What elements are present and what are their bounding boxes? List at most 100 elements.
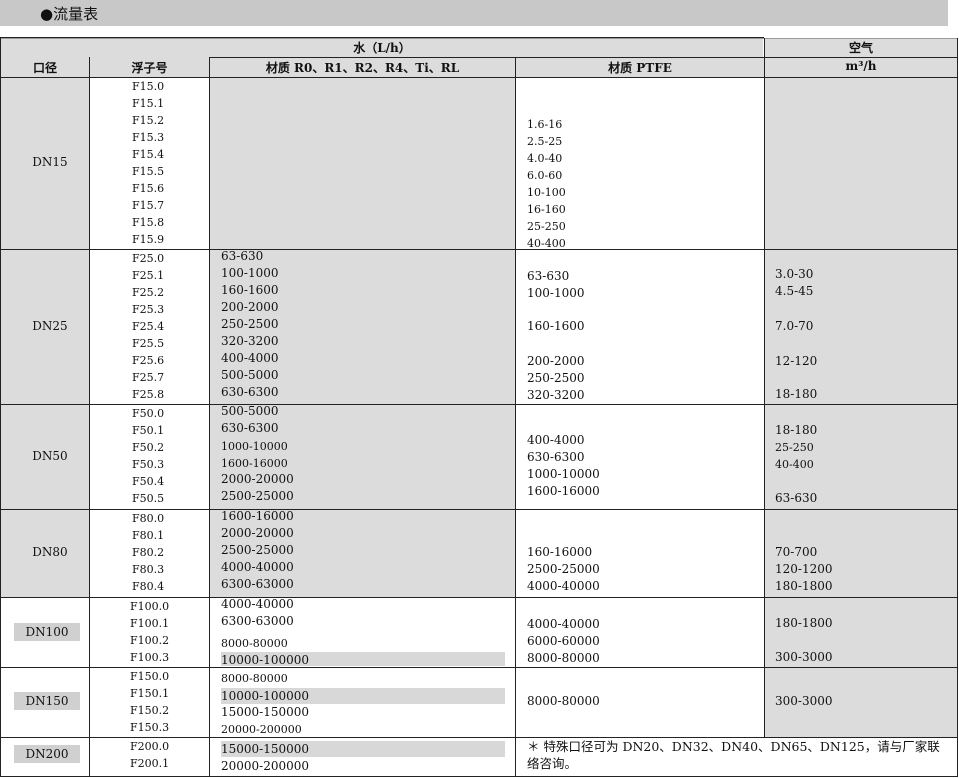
ptfe-range: 4000-40000	[527, 617, 600, 631]
ptfe-range: 1600-16000	[527, 484, 600, 498]
dn15-air-bg	[765, 78, 957, 249]
ptfe-range: 1000-10000	[527, 467, 600, 481]
ptfe-range: 2.5-25	[527, 135, 563, 148]
air-range: 12-120	[775, 354, 818, 368]
float-id: F150.1	[130, 687, 170, 700]
ptfe-range: 630-6300	[527, 450, 585, 464]
flow-table: 水（L/h） 空气 口径 浮子号 材质 R0、R1、R2、R4、Ti、RL 材质…	[0, 35, 958, 778]
float-id: F100.2	[130, 634, 170, 647]
float-id: F150.2	[130, 704, 170, 717]
air-range: 18-180	[775, 423, 818, 437]
header-air: 空气	[848, 41, 873, 55]
rule	[210, 57, 958, 58]
material-range: 1000-10000	[221, 440, 288, 453]
ptfe-range: 63-630	[527, 269, 570, 283]
section-title-bar: ●流量表	[0, 0, 948, 26]
ptfe-range: 10-100	[527, 186, 566, 199]
float-id: F100.0	[130, 600, 170, 613]
float-id: F15.2	[132, 114, 165, 127]
material-range: 6300-63000	[221, 614, 294, 628]
ptfe-range: 4000-40000	[527, 579, 600, 593]
material-range: 20000-200000	[221, 723, 302, 736]
dn-label: DN50	[32, 449, 68, 463]
float-id: F80.1	[132, 529, 165, 542]
rule	[0, 38, 1, 777]
float-id: F50.0	[132, 407, 165, 420]
ptfe-range: 6000-60000	[527, 634, 600, 648]
material-range: 500-5000	[221, 404, 279, 418]
float-id: F15.0	[132, 80, 165, 93]
float-id: F15.3	[132, 131, 165, 144]
material-range: 100-1000	[221, 266, 279, 280]
rule	[0, 776, 958, 777]
ptfe-range: 40-400	[527, 237, 566, 248]
header-dn: 口径	[32, 61, 57, 75]
float-id: F25.0	[132, 252, 165, 265]
air-range: 7.0-70	[775, 319, 814, 333]
air-range: 180-1800	[775, 579, 833, 593]
float-id: F15.4	[132, 148, 165, 161]
float-id: F15.8	[132, 216, 165, 229]
float-id: F15.6	[132, 182, 165, 195]
header-water: 水（L/h）	[353, 41, 411, 55]
ptfe-range: 4.0-40	[527, 152, 563, 165]
float-id: F50.3	[132, 458, 165, 471]
material-range: 20000-200000	[221, 759, 310, 773]
air-range: 63-630	[775, 491, 818, 505]
material-range: 2000-20000	[221, 472, 294, 486]
ptfe-range: 100-1000	[527, 286, 585, 300]
ptfe-range: 200-2000	[527, 354, 585, 368]
ptfe-range: 160-1600	[527, 319, 585, 333]
dn-label: DN15	[32, 155, 68, 169]
float-id: F150.0	[130, 670, 170, 683]
float-id: F100.1	[130, 617, 170, 630]
float-id: F50.5	[132, 492, 165, 505]
rule	[957, 38, 958, 777]
material-range: 8000-80000	[221, 672, 288, 685]
header-float: 浮子号	[131, 61, 168, 75]
float-id: F25.1	[132, 269, 165, 282]
ptfe-range: 6.0-60	[527, 169, 563, 182]
air-range: 3.0-30	[775, 267, 814, 281]
material-range: 63-630	[221, 249, 264, 263]
material-range: 500-5000	[221, 368, 279, 382]
float-id: F15.9	[132, 233, 165, 245]
ptfe-range: 2500-25000	[527, 562, 600, 576]
float-id: F80.2	[132, 546, 165, 559]
air-range: 180-1800	[775, 616, 833, 630]
air-range: 300-3000	[775, 694, 833, 708]
header-air-unit: m³/h	[845, 59, 877, 73]
ptfe-range: 25-250	[527, 220, 566, 233]
material-range: 160-1600	[221, 283, 279, 297]
air-range: 40-400	[775, 458, 814, 471]
material-range: 15000-150000	[221, 705, 310, 719]
ptfe-range: 160-16000	[527, 545, 593, 559]
float-id: F50.2	[132, 441, 165, 454]
material-range: 4000-40000	[221, 597, 294, 611]
section-title: ●流量表	[40, 5, 99, 23]
float-id: F15.5	[132, 165, 165, 178]
float-id: F25.3	[132, 303, 165, 316]
float-id: F50.4	[132, 475, 165, 488]
ptfe-range: 8000-80000	[527, 694, 600, 708]
material-range: 2500-25000	[221, 489, 294, 503]
header-material: 材质 R0、R1、R2、R4、Ti、RL	[265, 61, 460, 75]
special-size-note: ＊ 特殊口径可为 DN20、DN32、DN40、DN65、DN125，请与厂家联…	[527, 739, 940, 771]
material-range: 2000-20000	[221, 526, 294, 540]
rule	[209, 57, 210, 777]
dn-label: DN25	[32, 319, 68, 333]
air-range: 18-180	[775, 387, 818, 401]
dn-label: DN80	[32, 545, 68, 559]
material-range: 1600-16000	[221, 509, 294, 523]
ptfe-range: 1.6-16	[527, 118, 563, 131]
material-range: 400-4000	[221, 351, 279, 365]
float-id: F25.8	[132, 388, 165, 401]
float-id: F25.5	[132, 337, 165, 350]
material-range: 250-2500	[221, 317, 279, 331]
ptfe-range: 250-2500	[527, 371, 585, 385]
float-id: F25.2	[132, 286, 165, 299]
float-id: F15.1	[132, 97, 165, 110]
material-range: 10000-100000	[221, 652, 505, 666]
ptfe-range: 320-3200	[527, 388, 585, 402]
float-id: F200.0	[130, 740, 170, 753]
